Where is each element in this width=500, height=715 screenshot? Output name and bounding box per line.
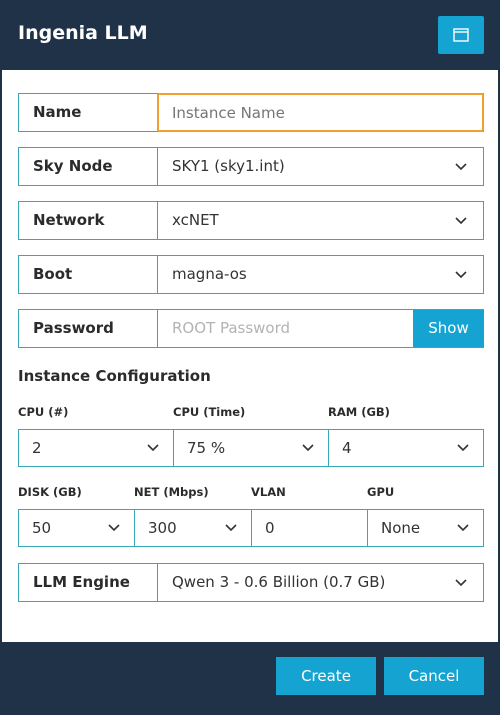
disk-value: 50 bbox=[32, 519, 52, 537]
net-label: NET (Mbps) bbox=[134, 485, 209, 499]
window-icon bbox=[453, 28, 469, 42]
sky-node-label: Sky Node bbox=[19, 148, 158, 185]
chevron-down-icon bbox=[225, 524, 237, 532]
llm-engine-row[interactable]: LLM Engine Qwen 3 - 0.6 Billion (0.7 GB) bbox=[18, 563, 484, 602]
chevron-down-icon bbox=[455, 271, 467, 279]
network-row[interactable]: Network xcNET bbox=[18, 201, 484, 240]
show-password-button[interactable]: Show bbox=[413, 310, 484, 347]
dialog-footer: Create Cancel bbox=[0, 642, 500, 715]
cpu-time-select[interactable]: 75 % bbox=[173, 429, 329, 467]
network-label: Network bbox=[19, 202, 158, 239]
disk-select[interactable]: 50 bbox=[18, 509, 135, 547]
gpu-label: GPU bbox=[367, 485, 395, 499]
chevron-down-icon bbox=[302, 444, 314, 452]
dialog-title: Ingenia LLM bbox=[18, 22, 148, 44]
disk-label: DISK (GB) bbox=[18, 485, 82, 499]
network-select[interactable]: xcNET bbox=[158, 202, 483, 239]
vlan-value: 0 bbox=[265, 519, 275, 537]
boot-label: Boot bbox=[19, 256, 158, 293]
password-label: Password bbox=[19, 310, 158, 347]
maximize-button[interactable] bbox=[438, 16, 484, 54]
ram-select[interactable]: 4 bbox=[328, 429, 484, 467]
chevron-down-icon bbox=[457, 524, 469, 532]
name-input[interactable] bbox=[157, 93, 484, 132]
boot-select[interactable]: magna-os bbox=[158, 256, 483, 293]
sky-node-row[interactable]: Sky Node SKY1 (sky1.int) bbox=[18, 147, 484, 186]
chevron-down-icon bbox=[147, 444, 159, 452]
cpu-value: 2 bbox=[32, 439, 42, 457]
vlan-label: VLAN bbox=[251, 485, 286, 499]
cpu-time-value: 75 % bbox=[187, 439, 226, 457]
chevron-down-icon bbox=[455, 217, 467, 225]
cancel-button[interactable]: Cancel bbox=[384, 657, 484, 695]
chevron-down-icon bbox=[455, 579, 467, 587]
ram-label: RAM (GB) bbox=[328, 405, 390, 419]
create-button[interactable]: Create bbox=[276, 657, 376, 695]
gpu-select[interactable]: None bbox=[367, 509, 484, 547]
sky-node-select[interactable]: SKY1 (sky1.int) bbox=[158, 148, 483, 185]
boot-row[interactable]: Boot magna-os bbox=[18, 255, 484, 294]
llm-engine-label: LLM Engine bbox=[19, 564, 158, 601]
net-value: 300 bbox=[148, 519, 177, 537]
chevron-down-icon bbox=[457, 444, 469, 452]
cpu-time-label: CPU (Time) bbox=[173, 405, 246, 419]
instance-config-title: Instance Configuration bbox=[18, 367, 211, 385]
cpu-select[interactable]: 2 bbox=[18, 429, 174, 467]
chevron-down-icon bbox=[108, 524, 120, 532]
chevron-down-icon bbox=[455, 163, 467, 171]
net-select[interactable]: 300 bbox=[134, 509, 252, 547]
name-label: Name bbox=[19, 94, 158, 131]
llm-engine-select[interactable]: Qwen 3 - 0.6 Billion (0.7 GB) bbox=[158, 564, 483, 601]
gpu-value: None bbox=[381, 519, 421, 537]
cpu-label: CPU (#) bbox=[18, 405, 69, 419]
vlan-input[interactable]: 0 bbox=[251, 509, 368, 547]
dialog-header: Ingenia LLM bbox=[0, 0, 500, 70]
ram-value: 4 bbox=[342, 439, 352, 457]
